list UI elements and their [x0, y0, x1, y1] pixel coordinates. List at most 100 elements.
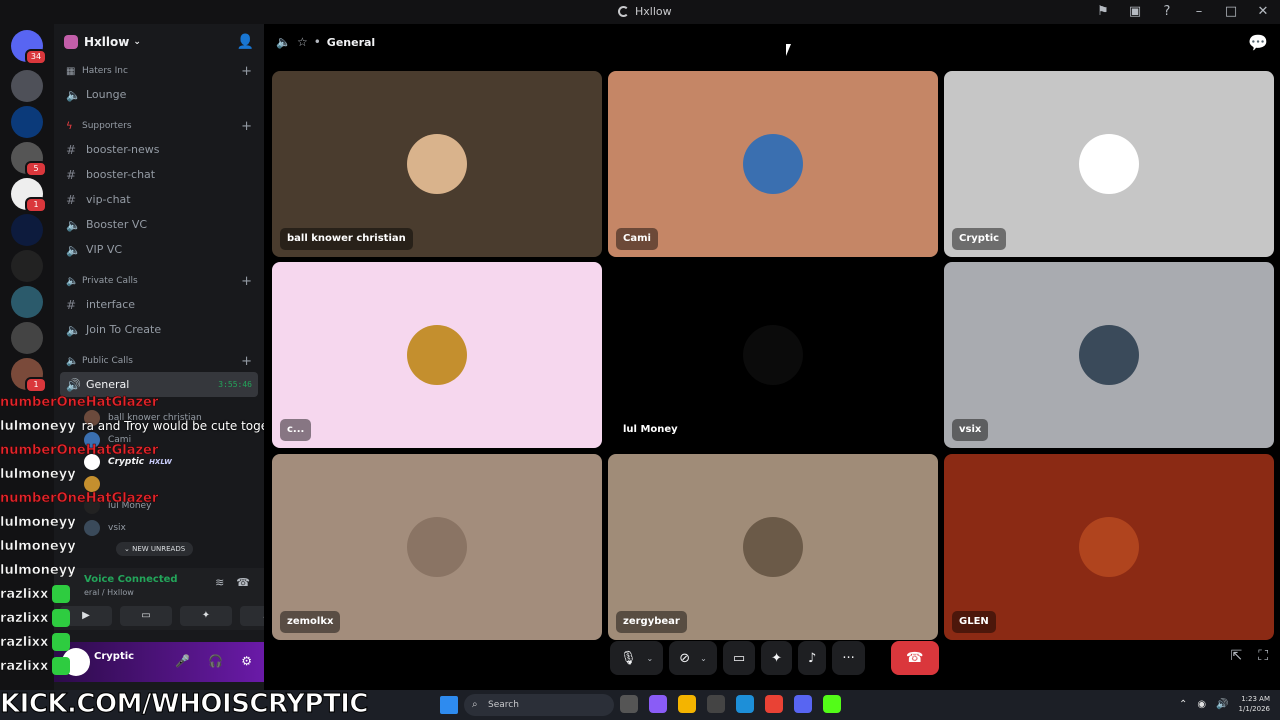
flag-icon[interactable]: ⚑ — [1094, 3, 1112, 21]
server-header[interactable]: Hxllow ⌄ 👤 — [54, 24, 264, 60]
minimize-button[interactable]: – — [1190, 3, 1208, 21]
clock[interactable]: 1:23 AM 1/1/2026 — [1239, 694, 1270, 714]
video-tile[interactable]: lul Money — [608, 262, 938, 448]
channel-general[interactable]: 🔊 General 3:55:46 — [60, 372, 258, 397]
voice-member[interactable]: ball knower christian — [54, 407, 264, 429]
chat-bubble-icon[interactable]: 💬 — [1248, 33, 1268, 52]
avatar — [407, 517, 467, 577]
file-explorer-icon[interactable] — [678, 695, 696, 713]
chrome-icon[interactable] — [765, 695, 783, 713]
search-icon: ⌕ — [472, 699, 478, 710]
unread-badge: 1 — [25, 197, 47, 213]
channel-interface[interactable]: # interface — [54, 292, 264, 317]
category-private-calls[interactable]: 🔈 Private Calls + — [54, 270, 264, 292]
voice-member[interactable] — [54, 473, 264, 495]
headphones-icon[interactable]: 🎧 — [208, 654, 223, 668]
voice-member[interactable]: lul Money — [54, 495, 264, 517]
start-button[interactable] — [440, 696, 458, 714]
speaker-icon: 🔈 — [66, 322, 81, 337]
activities-button[interactable]: ✦ — [761, 641, 793, 675]
kick-icon[interactable] — [823, 695, 841, 713]
video-tile[interactable]: vsix — [944, 262, 1274, 448]
fullscreen-icon[interactable]: ⛶ — [1258, 648, 1268, 664]
voice-member[interactable]: vsix — [54, 517, 264, 539]
new-unreads-pill[interactable]: ⌄ NEW UNREADS — [116, 542, 194, 556]
category-public-calls[interactable]: 🔈 Public Calls + — [54, 350, 264, 372]
voice-channel-path[interactable]: eral / Hxllow — [84, 588, 134, 597]
channel-vip-chat[interactable]: # vip-chat — [54, 187, 264, 212]
channel-lounge[interactable]: 🔈 Lounge — [54, 82, 264, 107]
video-tile[interactable]: ball knower christian — [272, 71, 602, 257]
chevron-down-icon[interactable]: ⌄ — [700, 654, 707, 663]
server-icon-5[interactable] — [11, 214, 43, 246]
server-icon-8[interactable] — [11, 322, 43, 354]
channel-booster-vc[interactable]: 🔈 Booster VC — [54, 212, 264, 237]
chevron-up-icon[interactable]: ⌃ — [1179, 699, 1187, 710]
category-haters[interactable]: ▦ Haters Inc + — [54, 60, 264, 82]
invite-icon[interactable]: 👤 — [237, 34, 254, 50]
participant-name: zergybear — [616, 611, 687, 633]
help-icon[interactable]: ? — [1158, 3, 1176, 21]
disconnect-button[interactable]: ☎ — [890, 641, 939, 675]
add-channel-icon[interactable]: + — [241, 274, 252, 289]
avatar[interactable] — [62, 648, 90, 676]
channel-booster-chat[interactable]: # booster-chat — [54, 162, 264, 187]
category-supporters[interactable]: ϟ Supporters + — [54, 115, 264, 137]
edge-icon[interactable] — [736, 695, 754, 713]
add-channel-icon[interactable]: + — [241, 119, 252, 134]
discord-icon[interactable] — [794, 695, 812, 713]
star-icon[interactable]: ☆ — [297, 35, 308, 49]
server-icon-3[interactable]: 5 — [11, 142, 47, 177]
screen-share-button[interactable]: ▭ — [120, 606, 172, 626]
video-tile[interactable]: zergybear — [608, 454, 938, 640]
server-icon-4[interactable]: 1 — [11, 178, 47, 213]
channel-vip-vc[interactable]: 🔈 VIP VC — [54, 237, 264, 262]
microphone-button[interactable]: 🎙 ⌄ — [610, 641, 664, 675]
video-tile[interactable]: GLEN — [944, 454, 1274, 640]
server-tag: HXLW — [149, 458, 172, 466]
voice-member[interactable]: Cami — [54, 429, 264, 451]
disconnect-icon[interactable]: ☎ — [236, 576, 250, 589]
server-icon-9[interactable]: 1 — [11, 358, 47, 393]
server-icon-6[interactable] — [11, 250, 43, 282]
copilot-icon[interactable] — [649, 695, 667, 713]
soundboard-button[interactable]: ♪ — [240, 606, 264, 626]
video-tile[interactable]: Cryptic — [944, 71, 1274, 257]
taskbar-search[interactable]: ⌕ Search — [464, 694, 614, 716]
username[interactable]: Cryptic — [94, 651, 134, 662]
close-button[interactable]: ✕ — [1254, 3, 1272, 21]
home-button[interactable]: 34 — [11, 30, 47, 65]
video-tile[interactable]: Cami — [608, 71, 938, 257]
call-controls: 🎙 ⌄ ⊘ ⌄ ▭ ✦ ♪ ··· ☎ — [610, 640, 939, 676]
activities-button[interactable]: ✦ — [180, 606, 232, 626]
more-options-button[interactable]: ··· — [832, 641, 865, 675]
noise-suppression-icon[interactable]: ≋ — [215, 576, 224, 589]
title-bar-controls: ⚑ ▣ ? – □ ✕ — [1094, 3, 1272, 21]
server-icon-2[interactable] — [11, 106, 43, 138]
channel-join-to-create[interactable]: 🔈 Join To Create — [54, 317, 264, 342]
screen-icon[interactable]: ▣ — [1126, 3, 1144, 21]
video-tile[interactable]: c... — [272, 262, 602, 448]
avatar — [84, 476, 100, 492]
add-channel-icon[interactable]: + — [241, 354, 252, 369]
channel-booster-news[interactable]: # booster-news — [54, 137, 264, 162]
voice-member[interactable]: Cryptic HXLW — [54, 451, 264, 473]
maximize-button[interactable]: □ — [1222, 3, 1240, 21]
network-icon[interactable]: ◉ — [1197, 699, 1206, 710]
chevron-down-icon[interactable]: ⌄ — [647, 654, 654, 663]
volume-icon[interactable]: 🔊 — [1216, 699, 1228, 710]
popout-icon[interactable]: ⇱ — [1230, 648, 1242, 664]
gear-icon[interactable]: ⚙ — [241, 654, 252, 668]
server-icon-1[interactable] — [11, 70, 43, 102]
user-panel: Cryptic 🎤 🎧 ⚙ — [54, 642, 264, 682]
screen-share-button[interactable]: ▭ — [722, 641, 756, 675]
server-icon-7[interactable] — [11, 286, 43, 318]
store-icon[interactable] — [707, 695, 725, 713]
microphone-icon[interactable]: 🎤 — [175, 654, 190, 668]
video-tile[interactable]: zemolkx — [272, 454, 602, 640]
add-channel-icon[interactable]: + — [241, 64, 252, 79]
camera-button[interactable]: ▶ — [60, 606, 112, 626]
taskview-icon[interactable] — [620, 695, 638, 713]
soundboard-button[interactable]: ♪ — [798, 641, 827, 675]
camera-button[interactable]: ⊘ ⌄ — [669, 641, 717, 675]
